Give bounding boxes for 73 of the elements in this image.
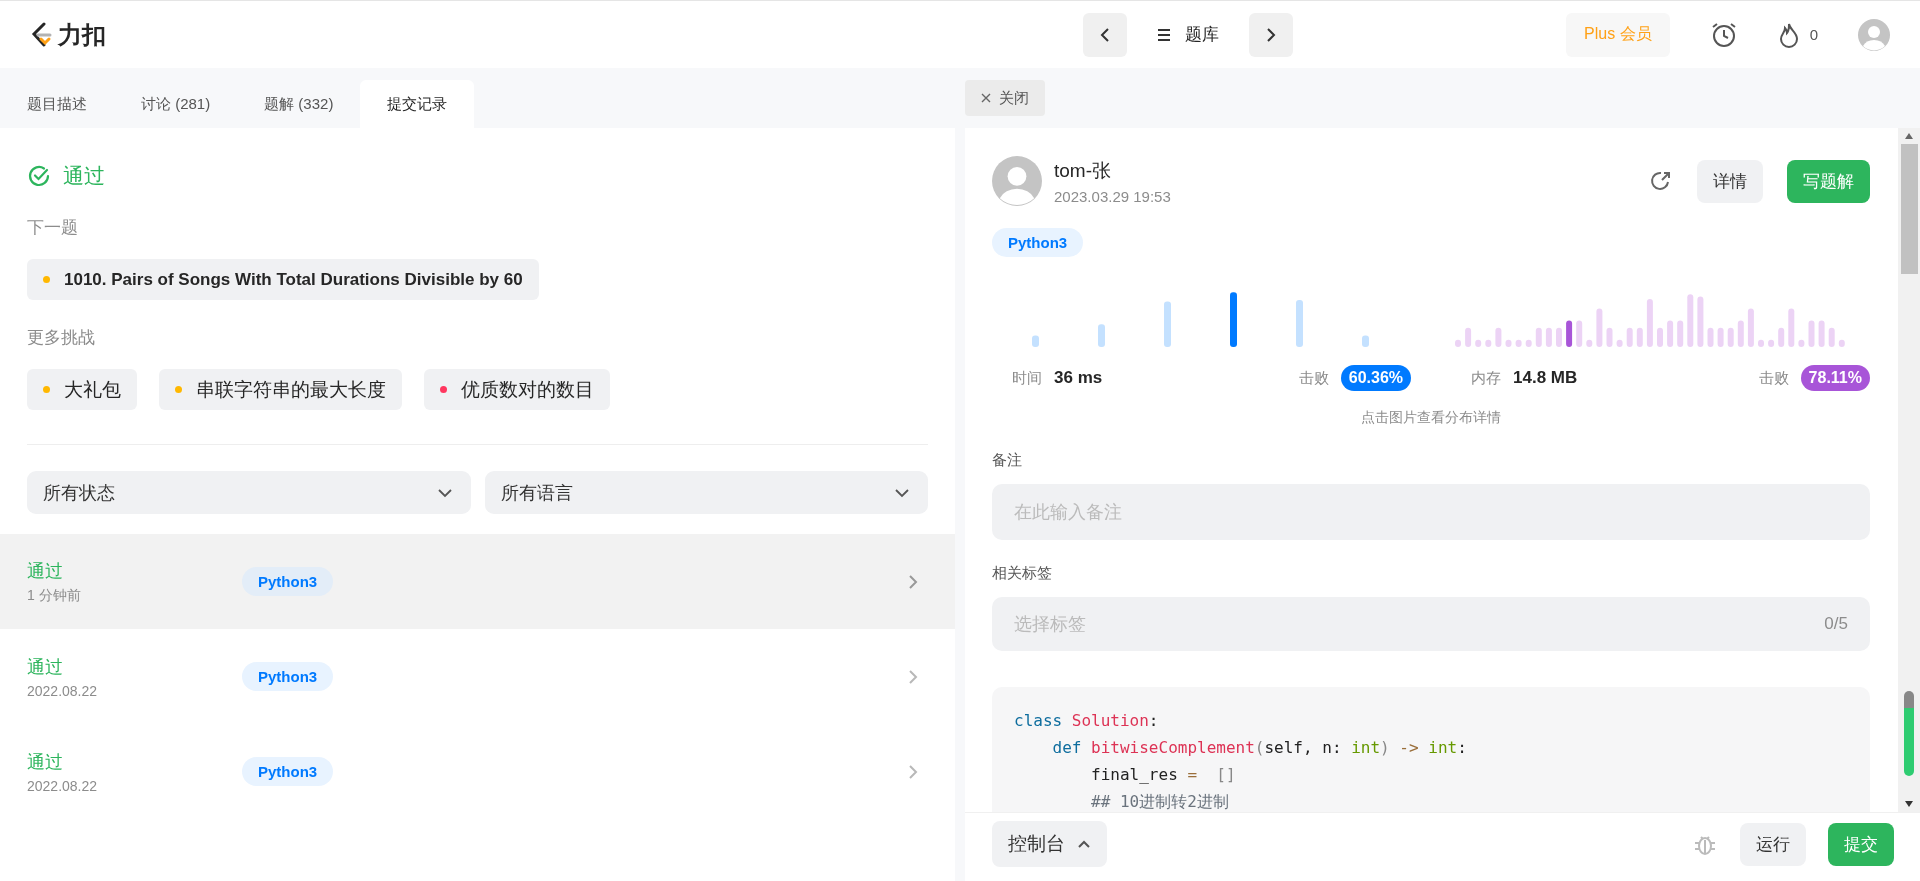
metric-label: 时间: [1012, 368, 1042, 388]
submission-status: 通过: [27, 750, 64, 774]
submission-status: 通过: [27, 655, 64, 679]
percentile-badge: 78.11%: [1800, 365, 1870, 391]
section-label: 下一题: [27, 217, 79, 239]
chevron-down-icon: [894, 487, 910, 498]
tab[interactable]: 提交记录: [360, 80, 475, 128]
chevron-right-icon: [908, 668, 918, 685]
submission-time: 2022.08.22: [27, 777, 99, 794]
language-tag: Python3: [992, 228, 1084, 257]
scrollbar[interactable]: [1898, 128, 1920, 812]
menu-icon: [1157, 28, 1172, 41]
next-button[interactable]: [1249, 12, 1294, 57]
code-line: final_res = []: [1090, 764, 1237, 786]
scroll-thumb[interactable]: [1904, 691, 1914, 776]
language-tag: Python3: [242, 757, 334, 786]
chevron-left-icon: [1099, 26, 1112, 43]
chevron-up-icon: [1077, 839, 1091, 849]
submission-time: 1 分钟前: [27, 586, 82, 605]
language-tag: Python3: [242, 662, 334, 691]
streak-count: 0: [1809, 26, 1818, 43]
code-line: ## 10进制转2进制: [1090, 791, 1230, 812]
chevron-right-icon: [1265, 26, 1278, 43]
details-button[interactable]: 详情: [1697, 159, 1763, 203]
previous-button[interactable]: [1083, 12, 1128, 57]
chevron-right-icon: [908, 763, 918, 780]
scroll-up-icon[interactable]: [1904, 132, 1914, 140]
filter-dropdown[interactable]: 所有状态: [27, 471, 471, 514]
language-tag: Python3: [242, 567, 334, 596]
metric-label: 击败: [1758, 368, 1789, 388]
metric-value: 14.8 MB: [1513, 368, 1578, 388]
note-field[interactable]: 在此输入备注: [992, 484, 1870, 540]
submission-row[interactable]: 通过 2022.08.22 Python3: [0, 724, 955, 819]
user-name: tom-张: [1054, 158, 1112, 183]
console-button[interactable]: 控制台: [992, 821, 1107, 867]
submission-row[interactable]: 通过 2022.08.22 Python3: [0, 629, 955, 724]
logo-text[interactable]: 力扣: [58, 18, 106, 51]
avatar-icon[interactable]: [1858, 18, 1890, 51]
scroll-thumb[interactable]: [1900, 144, 1918, 274]
metric-label: 击败: [1298, 368, 1329, 388]
avatar-icon: [992, 156, 1042, 206]
tab[interactable]: 题解 (332): [237, 80, 361, 128]
chevron-right-icon: [908, 573, 918, 590]
field-label: 相关标签: [992, 564, 1053, 583]
code-line: class Solution:: [1014, 710, 1160, 732]
metric-value: 36 ms: [1054, 368, 1103, 388]
submission-date: 2023.03.29 19:53: [1054, 187, 1171, 205]
logo-icon[interactable]: [30, 21, 54, 48]
flame-icon[interactable]: [1777, 21, 1800, 48]
close-icon: [981, 93, 991, 103]
submission-status: 通过: [27, 559, 64, 583]
problem-chip[interactable]: 优质数对的数目: [424, 369, 610, 410]
status-text: 通过: [63, 163, 105, 189]
close-tab-button[interactable]: 关闭: [965, 80, 1045, 116]
code-line: def bitwiseComplement(self, n: int) -> int:: [1051, 737, 1468, 759]
chart-hint: 点击图片查看分布详情: [1360, 409, 1502, 427]
section-label: 更多挑战: [27, 327, 96, 349]
problem-chip[interactable]: 串联字符串的最大长度: [159, 369, 402, 410]
percentile-badge: 60.36%: [1340, 365, 1411, 391]
problem-list-button[interactable]: 题库: [1147, 23, 1230, 46]
problem-chip[interactable]: 1010. Pairs of Songs With Total Durations Divisible by 60: [27, 259, 539, 300]
tab[interactable]: 题目描述: [0, 80, 114, 128]
problem-chip[interactable]: 大礼包: [27, 369, 137, 410]
check-circle-icon: [27, 164, 51, 188]
chevron-down-icon: [436, 487, 453, 498]
metric-label: 内存: [1471, 368, 1501, 388]
filter-dropdown[interactable]: 所有语言: [484, 471, 928, 514]
field-label: 备注: [992, 451, 1023, 470]
tab[interactable]: 讨论 (281): [114, 80, 238, 128]
scroll-down-icon[interactable]: [1904, 800, 1914, 808]
share-icon[interactable]: [1649, 169, 1673, 193]
run-button[interactable]: 运行: [1740, 822, 1806, 866]
submission-time: 2022.08.22: [27, 682, 99, 699]
